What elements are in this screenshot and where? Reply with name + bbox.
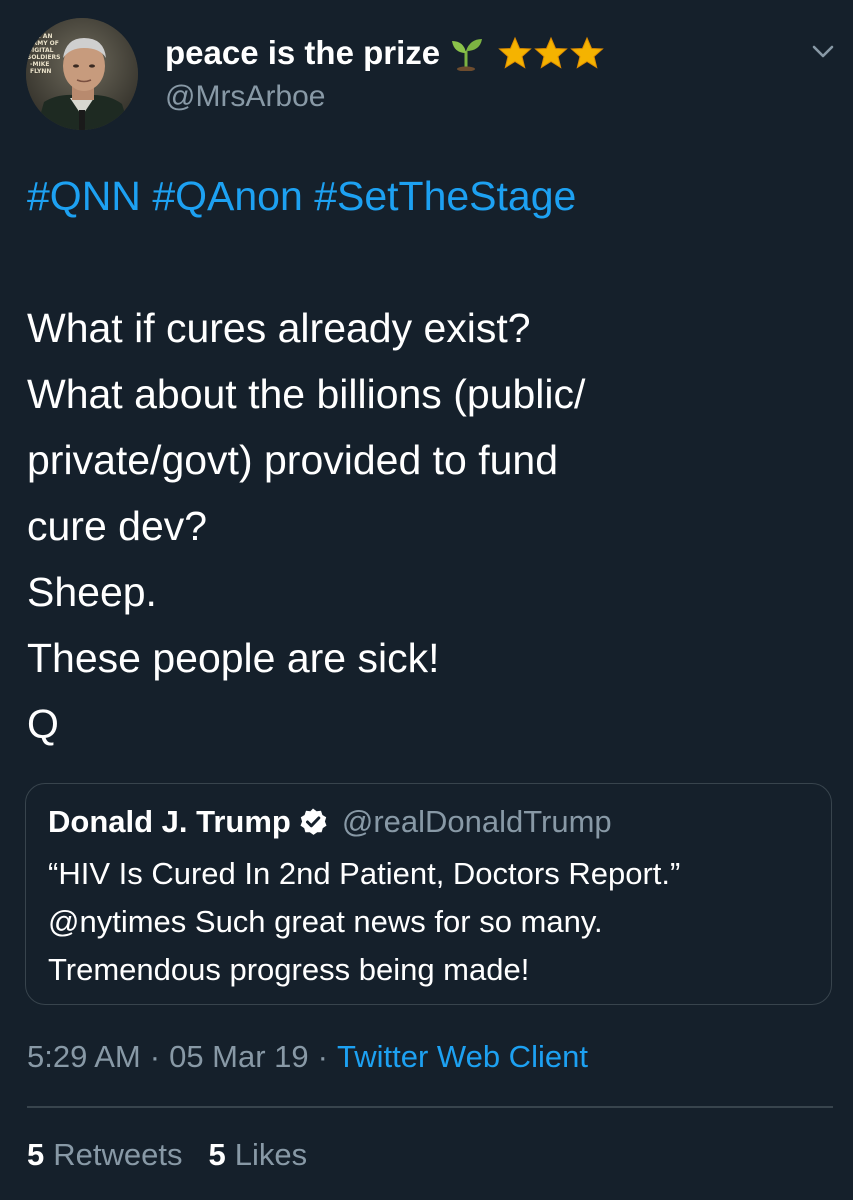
tweet-line: Q bbox=[27, 701, 59, 747]
retweets-stat[interactable]: 5 Retweets bbox=[27, 1137, 182, 1172]
chevron-down-icon[interactable] bbox=[808, 36, 838, 66]
quoted-tweet-card[interactable]: Donald J. Trump @realDonaldTrump “HIV Is… bbox=[25, 783, 832, 1005]
name-emoji-group bbox=[446, 35, 604, 71]
svg-text:WE AN: WE AN bbox=[30, 33, 52, 40]
tweet-line: private/govt) provided to fund bbox=[27, 437, 559, 483]
avatar-image: WE AN ARMY OF DIGITAL SOLDIERS -MIKE FLY… bbox=[26, 18, 138, 130]
likes-count: 5 bbox=[208, 1137, 226, 1172]
author-name-row[interactable]: peace is the prize bbox=[165, 30, 604, 76]
likes-label: Likes bbox=[234, 1137, 308, 1172]
star-icon bbox=[534, 36, 568, 69]
tweet-time[interactable]: 5:29 AM bbox=[27, 1039, 141, 1074]
hashtag-link[interactable]: #QAnon bbox=[152, 173, 302, 219]
star-icon bbox=[498, 36, 532, 69]
svg-text:FLYNN: FLYNN bbox=[30, 68, 51, 75]
hashtag-link[interactable]: #SetTheStage bbox=[314, 173, 576, 219]
retweets-count: 5 bbox=[27, 1137, 45, 1172]
tweet-text: #QNN #QAnon #SetTheStage What if cures a… bbox=[27, 163, 817, 757]
quoted-tweet-header: Donald J. Trump @realDonaldTrump bbox=[48, 800, 612, 844]
svg-text:ARMY OF: ARMY OF bbox=[28, 40, 59, 47]
likes-stat[interactable]: 5 Likes bbox=[208, 1137, 307, 1172]
author-handle[interactable]: @MrsArboe bbox=[165, 80, 326, 114]
quoted-tweet-text: “HIV Is Cured In 2nd Patient, Doctors Re… bbox=[48, 850, 818, 994]
seedling-icon bbox=[452, 39, 483, 71]
divider bbox=[27, 1106, 833, 1108]
quoted-line: “HIV Is Cured In 2nd Patient, Doctors Re… bbox=[48, 856, 681, 891]
tweet-detail: WE AN ARMY OF DIGITAL SOLDIERS -MIKE FLY… bbox=[0, 0, 853, 1200]
quoted-author-handle: @realDonaldTrump bbox=[341, 804, 612, 839]
hashtag-link[interactable]: #QNN bbox=[27, 173, 141, 219]
meta-separator: · bbox=[149, 1039, 161, 1074]
tweet-stats: 5 Retweets 5 Likes bbox=[27, 1133, 307, 1177]
tweet-line: These people are sick! bbox=[27, 635, 440, 681]
tweet-line: What about the billions (public/ bbox=[27, 371, 586, 417]
svg-text:DIGITAL: DIGITAL bbox=[27, 47, 54, 54]
tweet-date[interactable]: 05 Mar 19 bbox=[169, 1039, 309, 1074]
tweet-line: Sheep. bbox=[27, 569, 157, 615]
retweets-label: Retweets bbox=[53, 1137, 183, 1172]
quoted-line: Tremendous progress being made! bbox=[48, 952, 530, 987]
author-display-name[interactable]: peace is the prize bbox=[165, 34, 440, 72]
quoted-line: @nytimes Such great news for so many. bbox=[48, 904, 603, 939]
star-icon bbox=[570, 36, 604, 69]
author-avatar[interactable]: WE AN ARMY OF DIGITAL SOLDIERS -MIKE FLY… bbox=[26, 18, 138, 130]
svg-text:-MIKE: -MIKE bbox=[30, 61, 49, 68]
svg-text:SOLDIERS: SOLDIERS bbox=[27, 54, 61, 61]
meta-separator: · bbox=[317, 1039, 328, 1074]
quoted-author-name: Donald J. Trump bbox=[48, 804, 291, 839]
verified-badge-icon bbox=[300, 808, 327, 835]
tweet-meta: 5:29 AM · 05 Mar 19 · Twitter Web Client bbox=[27, 1035, 588, 1079]
tweet-line: What if cures already exist? bbox=[27, 305, 531, 351]
hashtag-line: #QNN #QAnon #SetTheStage bbox=[27, 163, 817, 229]
tweet-client-link[interactable]: Twitter Web Client bbox=[337, 1039, 588, 1074]
tweet-line: cure dev? bbox=[27, 503, 208, 549]
